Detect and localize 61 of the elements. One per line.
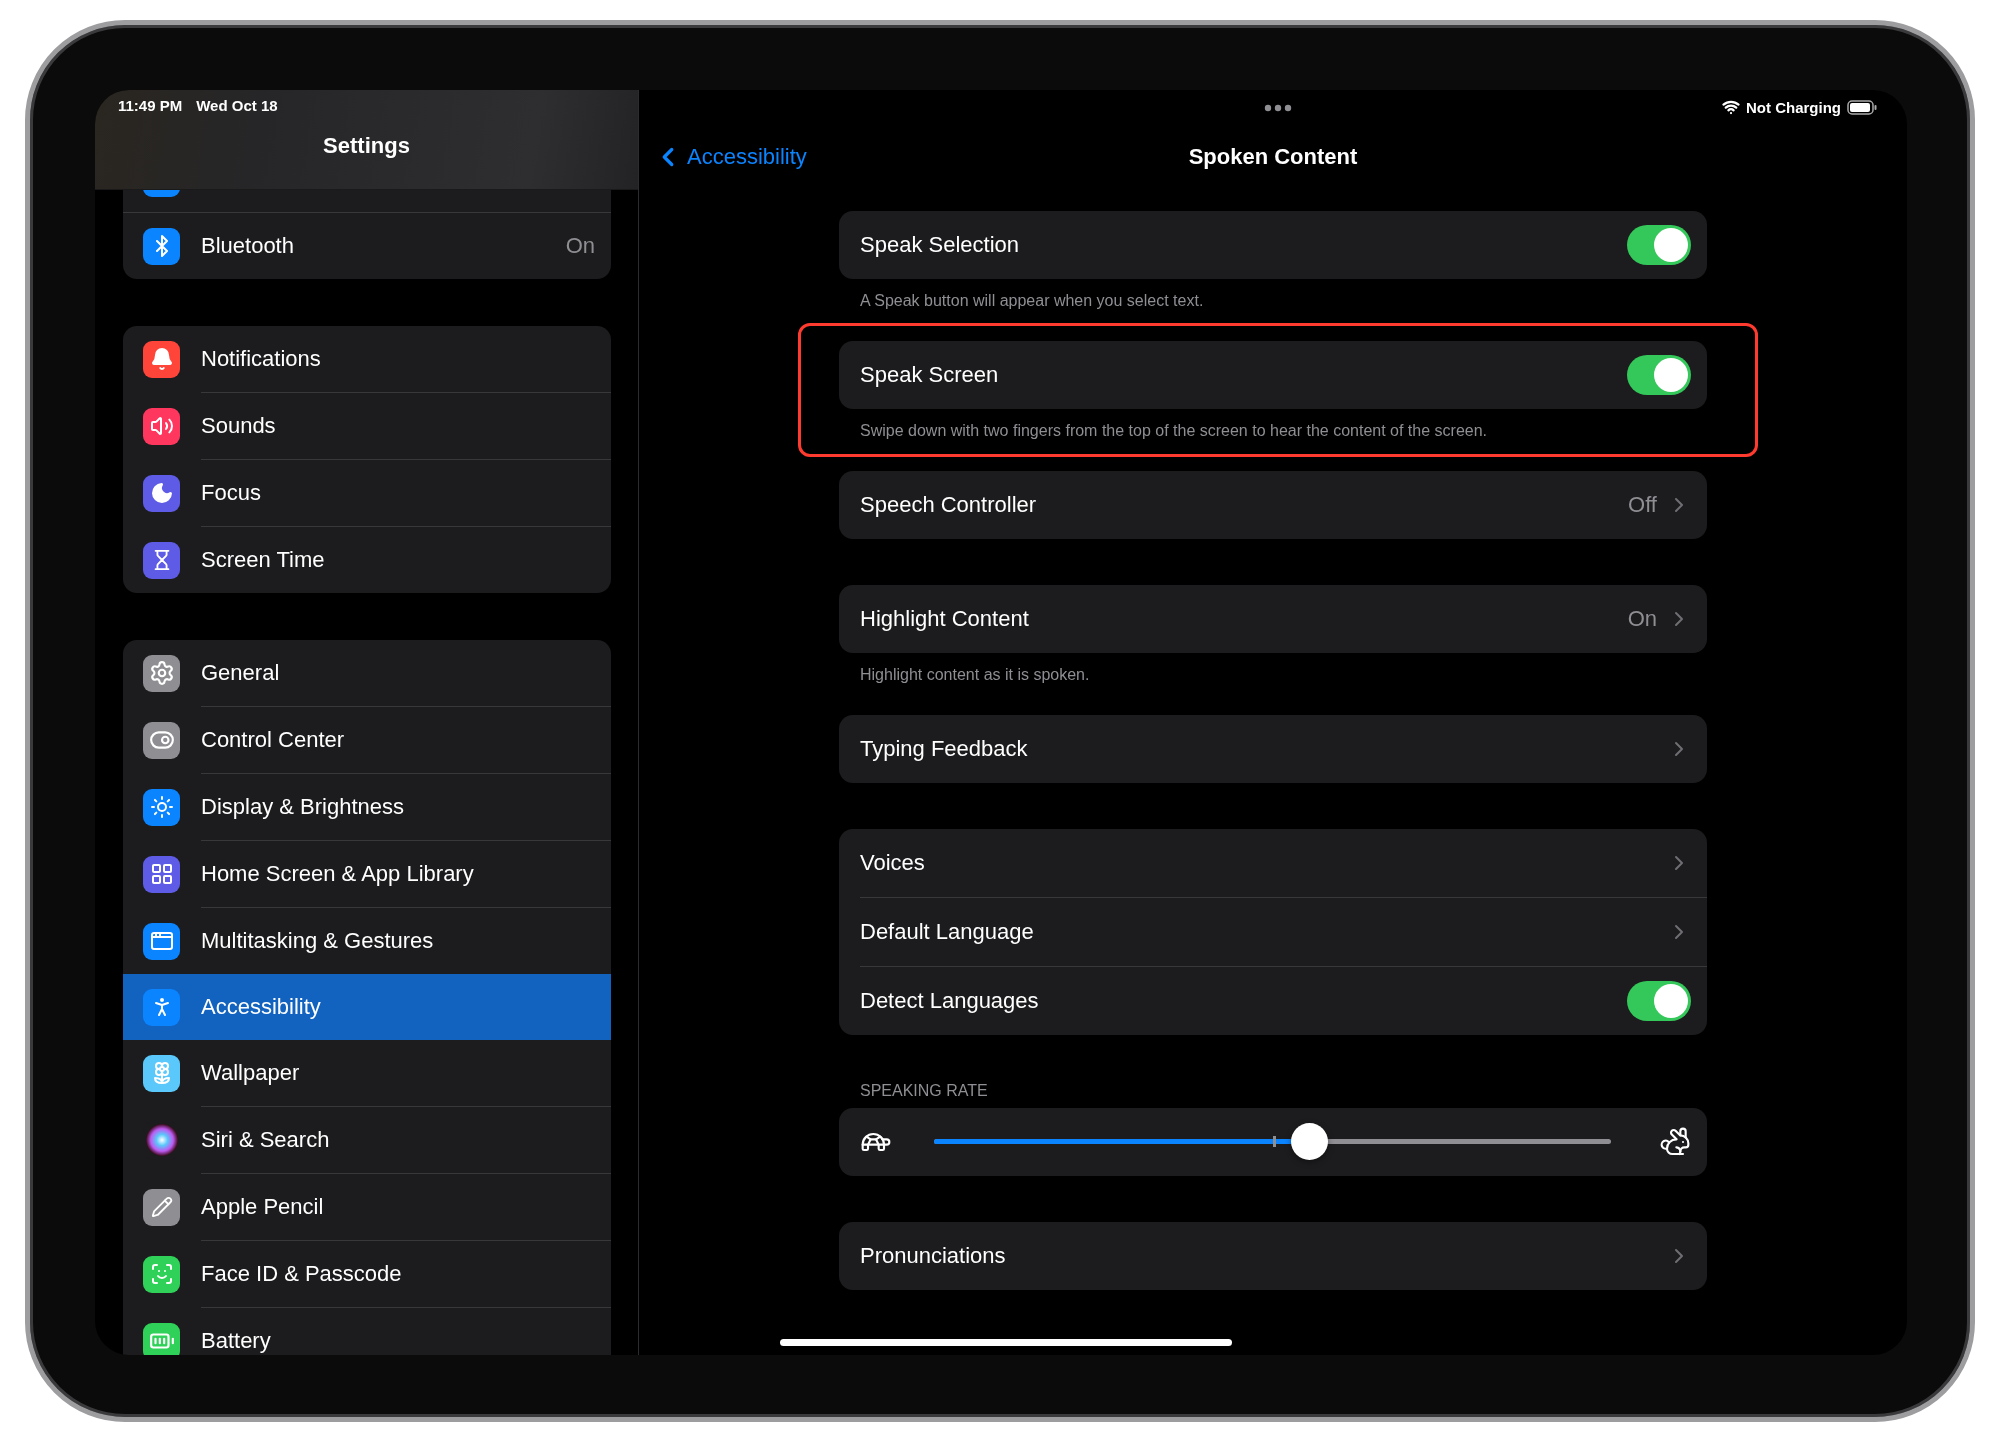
power-status: Not Charging	[1746, 98, 1841, 116]
settings-row[interactable]: Pronunciations	[839, 1222, 1707, 1290]
sidebar-item[interactable]: Sounds	[123, 393, 611, 459]
sidebar-item[interactable]: Face ID & Passcode	[123, 1241, 611, 1307]
face-scan-icon	[143, 1255, 180, 1293]
row-label: Speak Screen	[860, 362, 1000, 388]
sidebar-item[interactable]: General	[123, 640, 611, 706]
sun-icon	[143, 788, 180, 826]
sidebar-item[interactable]: Control Center	[123, 707, 611, 773]
pencil-icon	[143, 1188, 180, 1226]
wifi-icon	[1722, 98, 1740, 116]
section-footer: Swipe down with two fingers from the top of the screen to hear the content of the screen.	[839, 409, 1707, 441]
bell-icon	[143, 340, 180, 378]
row-label: Speak Selection	[860, 232, 1020, 258]
settings-row[interactable]: Highlight Content On	[839, 585, 1707, 653]
sidebar-item[interactable]: Display & Brightness	[123, 774, 611, 840]
rabbit-icon	[1659, 1126, 1691, 1158]
status-time: 11:49 PM	[118, 97, 183, 116]
hourglass-icon	[143, 541, 180, 579]
sidebar-item[interactable]: Apple Pencil	[123, 1174, 611, 1240]
sidebar-title: Settings	[322, 133, 411, 159]
settings-row[interactable]: Default Language	[839, 898, 1707, 966]
window-icon	[143, 922, 180, 960]
sidebar-item[interactable]: Wallpaper	[123, 1040, 611, 1106]
toggle-switch[interactable]	[1627, 225, 1691, 265]
sidebar-item[interactable]: Accessibility	[123, 974, 611, 1040]
slider-thumb[interactable]	[1291, 1123, 1329, 1160]
section-footer: A Speak button will appear when you select text.	[839, 279, 1707, 311]
section-header: SPEAKING RATE	[859, 1081, 989, 1101]
row-value: Off	[1628, 492, 1657, 518]
sidebar-item[interactable]: Home Screen & App Library	[123, 841, 611, 907]
sidebar-item[interactable]: Siri & Search	[123, 1107, 611, 1173]
speaker-icon	[143, 407, 180, 445]
sidebar-item[interactable]: Focus	[123, 460, 611, 526]
sidebar-item[interactable]: Bluetooth On	[123, 213, 611, 279]
bluetooth-icon	[143, 227, 180, 265]
toggle-switch[interactable]	[1627, 981, 1691, 1021]
sidebar-item[interactable]: Battery	[123, 1308, 611, 1355]
row-label: Detect Languages	[860, 988, 1040, 1014]
battery-level-icon	[1847, 99, 1877, 115]
section-footer: Highlight content as it is spoken.	[839, 653, 1707, 685]
back-link[interactable]: Accessibility	[653, 142, 807, 172]
settings-row[interactable]: Speech Controller Off	[839, 471, 1707, 539]
sidebar-item[interactable]: Screen Time	[123, 527, 611, 593]
battery-icon	[143, 1322, 180, 1355]
accessibility-icon	[143, 988, 180, 1026]
item-value: On	[565, 233, 595, 259]
grid-icon	[143, 855, 180, 893]
status-date: Wed Oct 18	[196, 97, 278, 116]
settings-row[interactable]: Typing Feedback	[839, 715, 1707, 783]
toggle-switch[interactable]	[1627, 355, 1691, 395]
row-value: On	[1627, 606, 1657, 632]
settings-row[interactable]: Voices	[839, 829, 1707, 897]
toggles-icon	[143, 721, 180, 759]
flower-icon	[143, 1054, 180, 1092]
page-title: Spoken Content	[1188, 143, 1358, 170]
more-icon[interactable]	[1264, 104, 1292, 112]
moon-icon	[143, 474, 180, 512]
sidebar-item[interactable]: Multitasking & Gestures	[123, 908, 611, 974]
sidebar-item[interactable]: Notifications	[123, 326, 611, 392]
gear-icon	[143, 654, 180, 692]
